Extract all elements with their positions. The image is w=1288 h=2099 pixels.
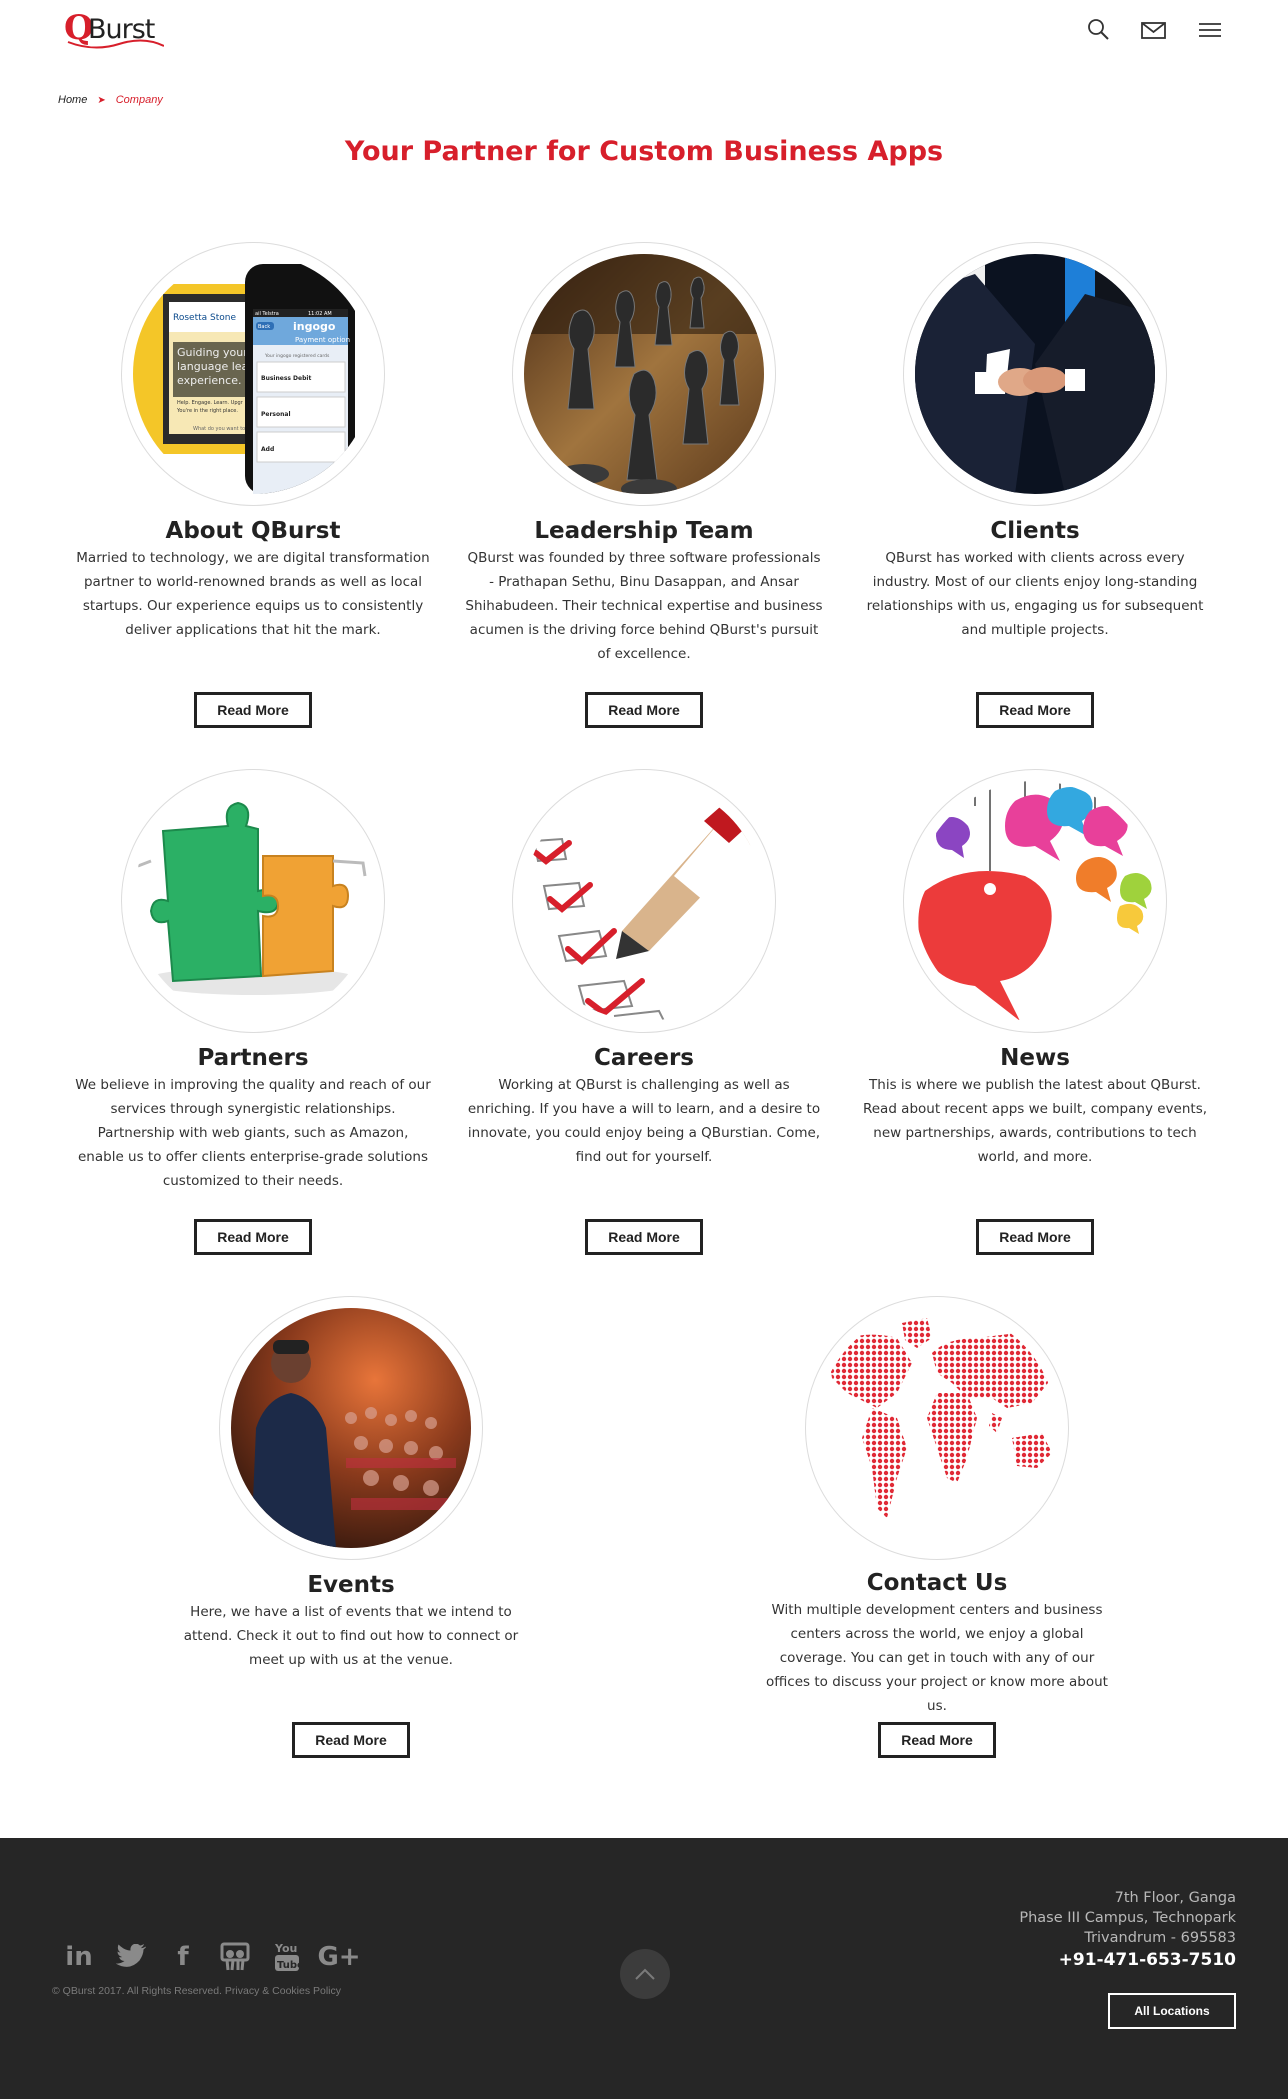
partners-image [133, 781, 373, 1021]
address-line: Phase III Campus, Technopark [1019, 1910, 1236, 1926]
events-image-frame [219, 1296, 483, 1560]
news-image [915, 781, 1155, 1021]
card-title: Careers [594, 1045, 694, 1071]
svg-text:language lear: language lear [177, 360, 253, 373]
card-contact: Contact Us With multiple development cen… [757, 1294, 1117, 1764]
card-description: Here, we have a list of events that we i… [183, 1604, 519, 1668]
site-header: Q Burst [0, 0, 1288, 80]
card-title: About QBurst [165, 518, 341, 544]
card-leadership: Leadership Team QBurst was founded by th… [464, 240, 824, 730]
card-description: This is where we publish the latest abou… [862, 1077, 1208, 1165]
partners-image-frame [121, 769, 385, 1033]
careers-read-more-button[interactable]: Read More [585, 1219, 703, 1255]
facebook-icon[interactable]: f [164, 1940, 202, 1974]
card-title: Clients [990, 518, 1080, 544]
svg-text:experience.: experience. [177, 374, 241, 387]
partners-read-more-button[interactable]: Read More [194, 1219, 312, 1255]
card-description: We believe in improving the quality and … [75, 1077, 431, 1189]
linkedin-icon[interactable]: in [60, 1940, 98, 1974]
card-title: Events [307, 1572, 395, 1598]
svg-text:Business Debit: Business Debit [261, 375, 311, 382]
about-image: Rosetta Stone Guiding your language lear… [133, 254, 373, 494]
phone-number[interactable]: +91-471-653-7510 [1059, 1950, 1236, 1970]
all-locations-button[interactable]: All Locations [1108, 1993, 1236, 2029]
slideshare-icon[interactable] [216, 1940, 254, 1974]
breadcrumb-home[interactable]: Home [58, 94, 87, 106]
careers-image-frame [512, 769, 776, 1033]
svg-text:What do you want to l: What do you want to l [193, 426, 248, 432]
card-title: Partners [197, 1045, 309, 1071]
svg-text:Personal: Personal [261, 411, 291, 418]
card-news: News This is where we publish the latest… [855, 767, 1215, 1257]
card-clients: Clients QBurst has worked with clients a… [855, 240, 1215, 730]
svg-text:Help. Engage. Learn. Upgr: Help. Engage. Learn. Upgr [177, 400, 244, 406]
about-read-more-button[interactable]: Read More [194, 692, 312, 728]
copyright-text: © QBurst 2017. All Rights Reserved. Priv… [52, 1985, 342, 1997]
card-title: News [1000, 1045, 1070, 1071]
logo[interactable]: Q Burst [0, 0, 180, 60]
card-careers: Careers Working at QBurst is challenging… [464, 767, 824, 1257]
svg-text:You: You [274, 1942, 297, 1955]
card-partners: Partners We believe in improving the qua… [73, 767, 433, 1257]
card-about: Rosetta Stone Guiding your language lear… [73, 240, 433, 730]
svg-text:ingogo: ingogo [293, 320, 336, 333]
contact-image-frame [805, 1296, 1069, 1560]
menu-icon[interactable] [1196, 16, 1224, 44]
breadcrumb: Home ➤ Company [58, 94, 163, 106]
ad-brand: Rosetta Stone [173, 313, 236, 323]
clients-read-more-button[interactable]: Read More [976, 692, 1094, 728]
leadership-image-frame [512, 242, 776, 506]
address-line: Trivandrum - 695583 [1084, 1930, 1236, 1946]
chevron-up-icon [635, 1968, 655, 1980]
svg-text:You're in the right place.: You're in the right place. [176, 408, 238, 414]
mail-icon[interactable] [1140, 16, 1168, 44]
page-title: Your Partner for Custom Business Apps [344, 136, 944, 167]
events-image [231, 1308, 471, 1548]
youtube-icon[interactable]: You Tube [268, 1940, 306, 1974]
logo-swoosh [67, 39, 164, 49]
leadership-image [524, 254, 764, 494]
card-description: Married to technology, we are digital tr… [76, 550, 430, 638]
card-description: QBurst was founded by three software pro… [465, 550, 823, 662]
clients-image-frame [903, 242, 1167, 506]
news-read-more-button[interactable]: Read More [976, 1219, 1094, 1255]
breadcrumb-arrow-icon: ➤ [97, 94, 106, 106]
contact-image [817, 1308, 1057, 1548]
svg-text:Payment option: Payment option [295, 336, 350, 344]
svg-text:Tube: Tube [277, 1960, 302, 1971]
card-title: Leadership Team [534, 518, 754, 544]
card-description: With multiple development centers and bu… [766, 1602, 1108, 1714]
clients-image [915, 254, 1155, 494]
contact-read-more-button[interactable]: Read More [878, 1722, 996, 1758]
breadcrumb-current: Company [115, 94, 163, 106]
address-line: 7th Floor, Ganga [1114, 1890, 1236, 1906]
svg-text:Back: Back [258, 324, 270, 330]
search-icon[interactable] [1085, 16, 1113, 44]
scroll-to-top-button[interactable] [620, 1949, 670, 1999]
office-address: 7th Floor, Ganga Phase III Campus, Techn… [1019, 1888, 1236, 1948]
card-description: Working at QBurst is challenging as well… [467, 1077, 821, 1165]
social-links: in f You Tube G+ [60, 1940, 360, 1974]
about-image-frame: Rosetta Stone Guiding your language lear… [121, 242, 385, 506]
card-events: Events Here, we have a list of events th… [171, 1294, 531, 1764]
google-plus-icon[interactable]: G+ [317, 1940, 360, 1974]
svg-text:Add: Add [261, 446, 274, 453]
svg-text:Your ingogo registered cards: Your ingogo registered cards [264, 353, 330, 359]
news-image-frame [903, 769, 1167, 1033]
card-description: QBurst has worked with clients across ev… [866, 550, 1204, 638]
svg-text:ail Telstra: ail Telstra [255, 311, 279, 317]
svg-text:11:02 AM: 11:02 AM [308, 311, 332, 317]
twitter-icon[interactable] [112, 1940, 150, 1974]
events-read-more-button[interactable]: Read More [292, 1722, 410, 1758]
svg-text:Guiding your: Guiding your [177, 346, 248, 359]
leadership-read-more-button[interactable]: Read More [585, 692, 703, 728]
careers-image [524, 781, 764, 1021]
card-title: Contact Us [866, 1570, 1008, 1596]
